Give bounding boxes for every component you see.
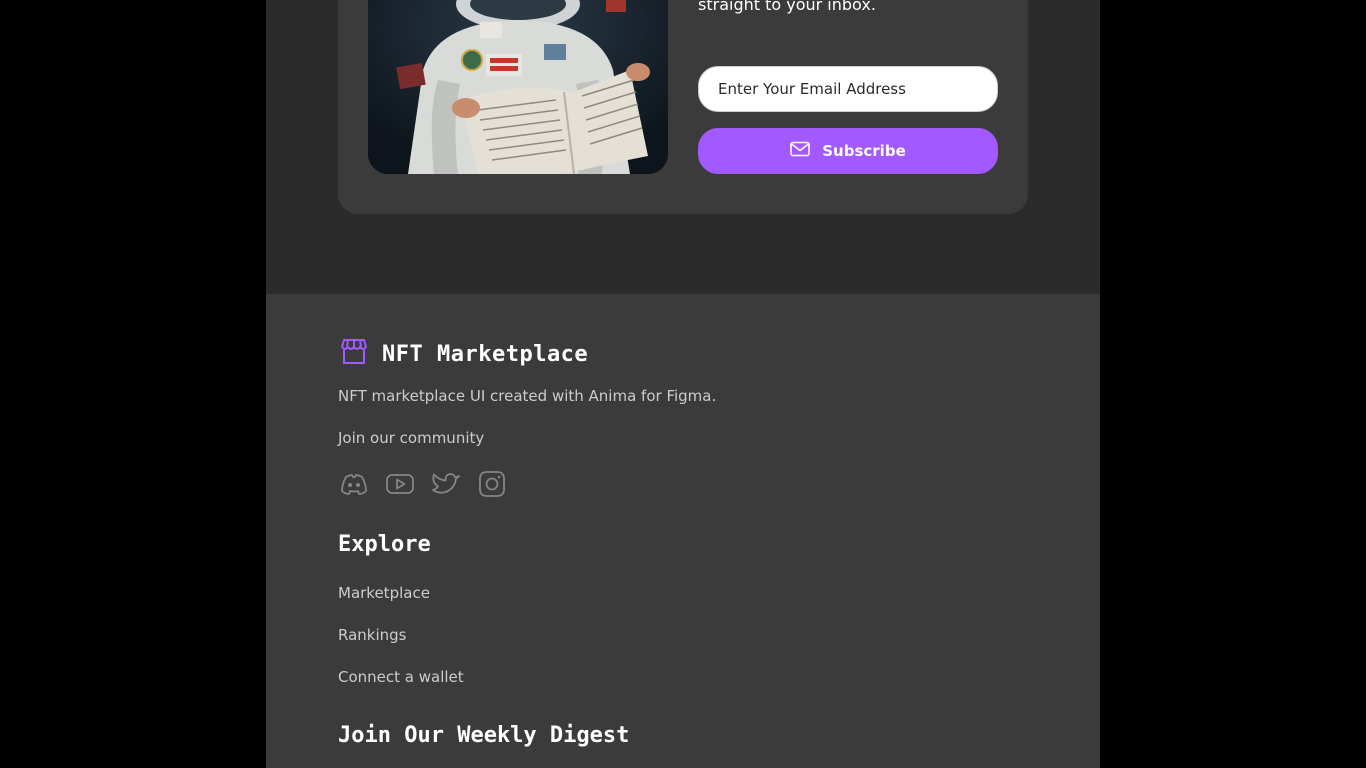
youtube-icon[interactable]: [384, 468, 416, 500]
explore-heading: Explore: [338, 532, 431, 557]
link-connect-wallet[interactable]: Connect a wallet: [338, 667, 464, 709]
storefront-icon: [338, 336, 370, 372]
mail-icon: [790, 141, 810, 161]
subscribe-button[interactable]: Subscribe: [698, 128, 998, 174]
astronaut-image: [368, 0, 668, 174]
explore-links: Marketplace Rankings Connect a wallet: [338, 583, 464, 709]
twitter-icon[interactable]: [430, 468, 462, 500]
footer-tagline: NFT marketplace UI created with Anima fo…: [338, 387, 717, 405]
page: straight to your inbox. Subscribe: [266, 0, 1100, 768]
social-links: [338, 468, 508, 500]
link-rankings[interactable]: Rankings: [338, 625, 464, 667]
brand-title: NFT Marketplace: [382, 341, 589, 367]
subscribe-card: straight to your inbox. Subscribe: [338, 0, 1028, 214]
footer: NFT Marketplace NFT marketplace UI creat…: [266, 294, 1100, 768]
email-input[interactable]: [698, 66, 998, 112]
link-marketplace[interactable]: Marketplace: [338, 583, 464, 625]
subscribe-description: straight to your inbox.: [698, 0, 876, 14]
discord-icon[interactable]: [338, 468, 370, 500]
weekly-digest-heading: Join Our Weekly Digest: [338, 723, 630, 748]
brand[interactable]: NFT Marketplace: [338, 336, 588, 372]
instagram-icon[interactable]: [476, 468, 508, 500]
join-community-label: Join our community: [338, 429, 485, 447]
subscribe-button-label: Subscribe: [822, 142, 906, 160]
